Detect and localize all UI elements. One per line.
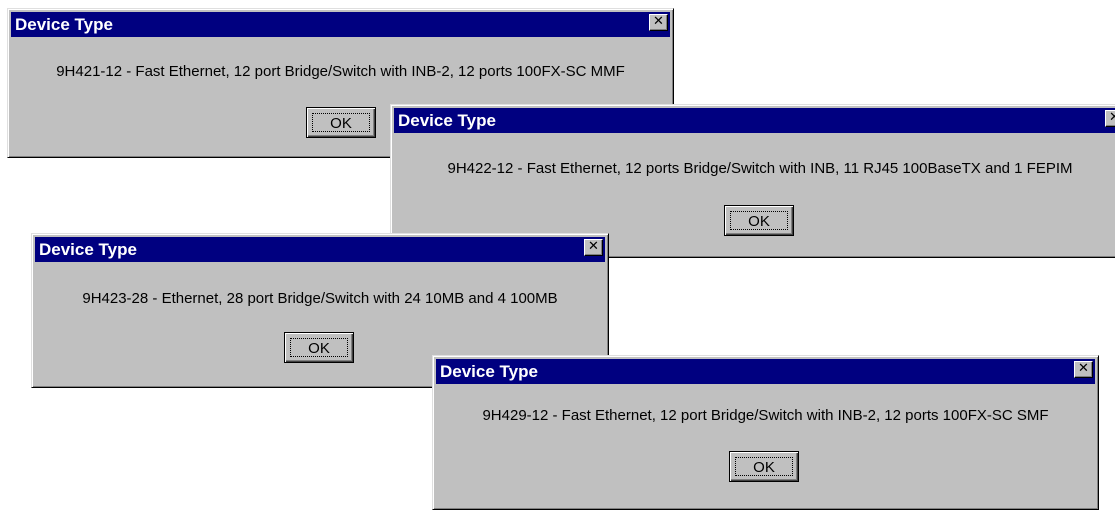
close-button[interactable]: ✕	[584, 239, 603, 256]
ok-button[interactable]: OK	[729, 451, 799, 482]
dialog-title-bar[interactable]: Device Type	[11, 12, 670, 37]
dialog-title: Device Type	[15, 15, 113, 34]
close-button[interactable]: ✕	[649, 14, 668, 31]
dialog-title-bar[interactable]: Device Type	[436, 359, 1095, 384]
device-description: 9H421-12 - Fast Ethernet, 12 port Bridge…	[56, 63, 625, 80]
ok-button[interactable]: OK	[284, 332, 354, 363]
dialog-title: Device Type	[39, 240, 137, 259]
close-icon: ✕	[1078, 361, 1089, 376]
ok-button-label: OK	[312, 113, 370, 132]
dialog-title: Device Type	[398, 111, 496, 130]
device-description: 9H422-12 - Fast Ethernet, 12 ports Bridg…	[447, 160, 1073, 177]
close-icon: ✕	[588, 239, 599, 254]
ok-button-label: OK	[735, 457, 793, 476]
dialog-title-bar[interactable]: Device Type	[394, 108, 1115, 133]
ok-button-label: OK	[730, 211, 788, 230]
close-button[interactable]: ✕	[1074, 361, 1093, 378]
dialog-title: Device Type	[440, 362, 538, 381]
close-icon: ✕	[1109, 110, 1115, 125]
ok-button[interactable]: OK	[724, 205, 794, 236]
dialog-title-bar[interactable]: Device Type	[35, 237, 605, 262]
device-description: 9H429-12 - Fast Ethernet, 12 port Bridge…	[482, 407, 1049, 424]
close-icon: ✕	[653, 14, 664, 29]
device-description: 9H423-28 - Ethernet, 28 port Bridge/Swit…	[82, 290, 558, 307]
ok-button[interactable]: OK	[306, 107, 376, 138]
ok-button-label: OK	[290, 338, 348, 357]
close-button[interactable]: ✕	[1105, 110, 1115, 127]
device-type-dialog-9h429: Device Type ✕ 9H429-12 - Fast Ethernet, …	[432, 355, 1099, 510]
